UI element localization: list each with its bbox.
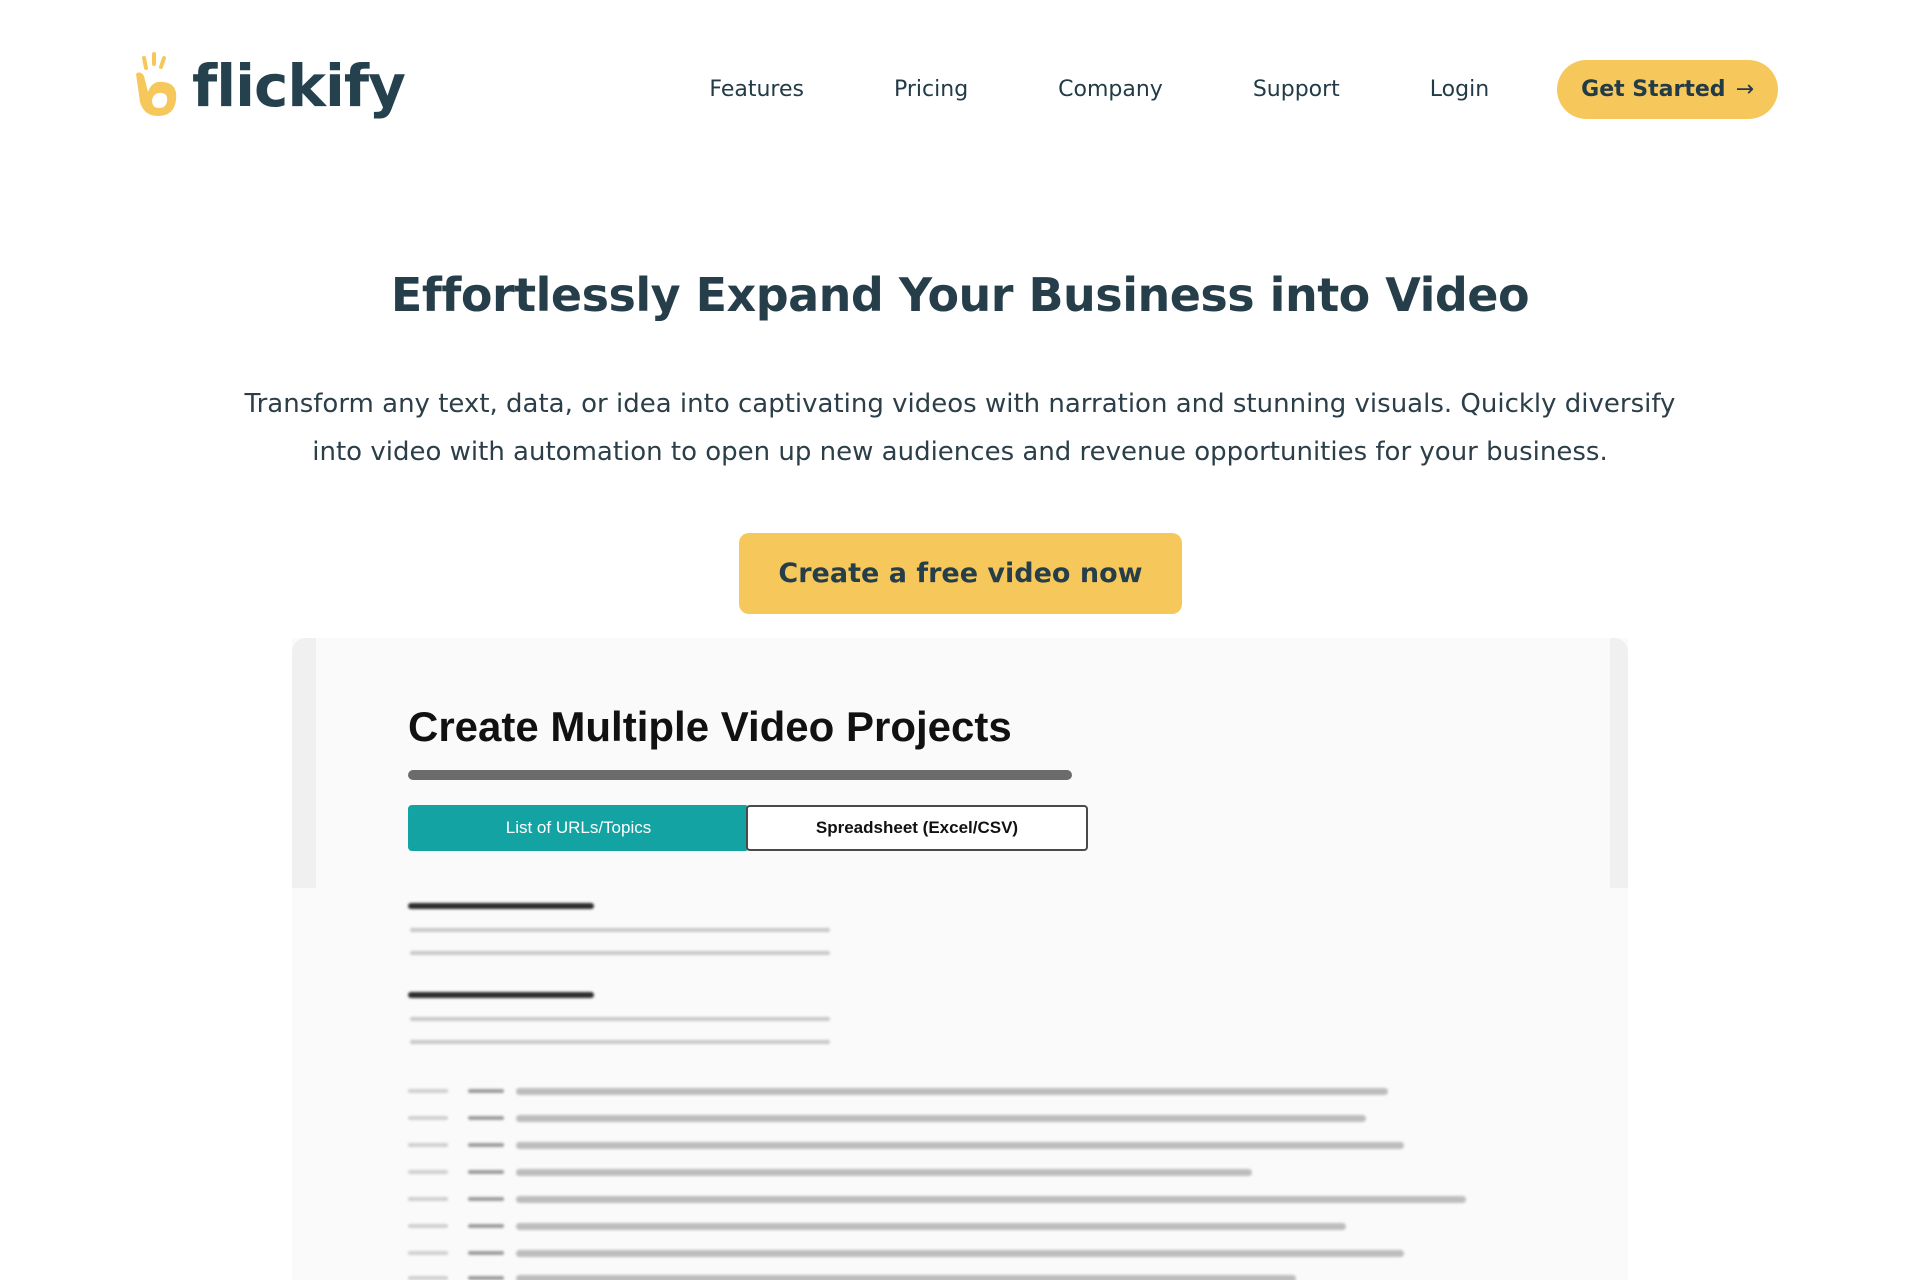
site-header: flickify Features Pricing Company Suppor… xyxy=(0,0,1920,180)
list-item xyxy=(408,1274,1296,1280)
list-item xyxy=(408,1195,1466,1203)
placeholder-heading xyxy=(408,903,594,909)
preview-title: Create Multiple Video Projects xyxy=(408,703,1012,750)
get-started-button[interactable]: Get Started → xyxy=(1557,60,1778,119)
preview-progress-bar xyxy=(408,770,1072,780)
placeholder-line xyxy=(410,928,830,932)
arrow-right-icon: → xyxy=(1735,77,1754,102)
list-item xyxy=(408,1114,1366,1122)
brand-logo[interactable]: flickify xyxy=(130,46,406,126)
tab-list-of-urls[interactable]: List of URLs/Topics xyxy=(408,805,749,851)
nav-pricing[interactable]: Pricing xyxy=(894,77,968,102)
placeholder-line xyxy=(410,1040,830,1044)
brand-name: flickify xyxy=(192,52,406,120)
hero-subtitle-line-2: into video with automation to open up ne… xyxy=(312,437,1608,467)
landing-page: flickify Features Pricing Company Suppor… xyxy=(0,0,1920,1280)
nav-features[interactable]: Features xyxy=(709,77,804,102)
main-nav: Features Pricing Company Support Login G… xyxy=(709,60,1778,119)
flickify-logo-icon xyxy=(136,52,177,116)
nav-company[interactable]: Company xyxy=(1058,77,1163,102)
preview-content: Create Multiple Video Projects List of U… xyxy=(316,638,1610,1280)
nav-support[interactable]: Support xyxy=(1253,77,1340,102)
placeholder-line xyxy=(410,1017,830,1021)
list-item xyxy=(408,1249,1404,1257)
list-item xyxy=(408,1168,1252,1176)
tab-spreadsheet[interactable]: Spreadsheet (Excel/CSV) xyxy=(746,805,1088,851)
placeholder-line xyxy=(410,951,830,955)
hero-title: Effortlessly Expand Your Business into V… xyxy=(390,268,1530,322)
list-item xyxy=(408,1087,1388,1095)
list-item xyxy=(408,1222,1346,1230)
get-started-label: Get Started xyxy=(1581,77,1726,102)
hero-subtitle: Transform any text, data, or idea into c… xyxy=(200,380,1720,476)
nav-login[interactable]: Login xyxy=(1430,77,1489,102)
placeholder-heading xyxy=(408,992,594,998)
create-free-video-button[interactable]: Create a free video now xyxy=(739,533,1182,614)
product-preview: Create Multiple Video Projects List of U… xyxy=(292,638,1628,1280)
list-item xyxy=(408,1141,1404,1149)
hero-subtitle-line-1: Transform any text, data, or idea into c… xyxy=(244,389,1676,419)
